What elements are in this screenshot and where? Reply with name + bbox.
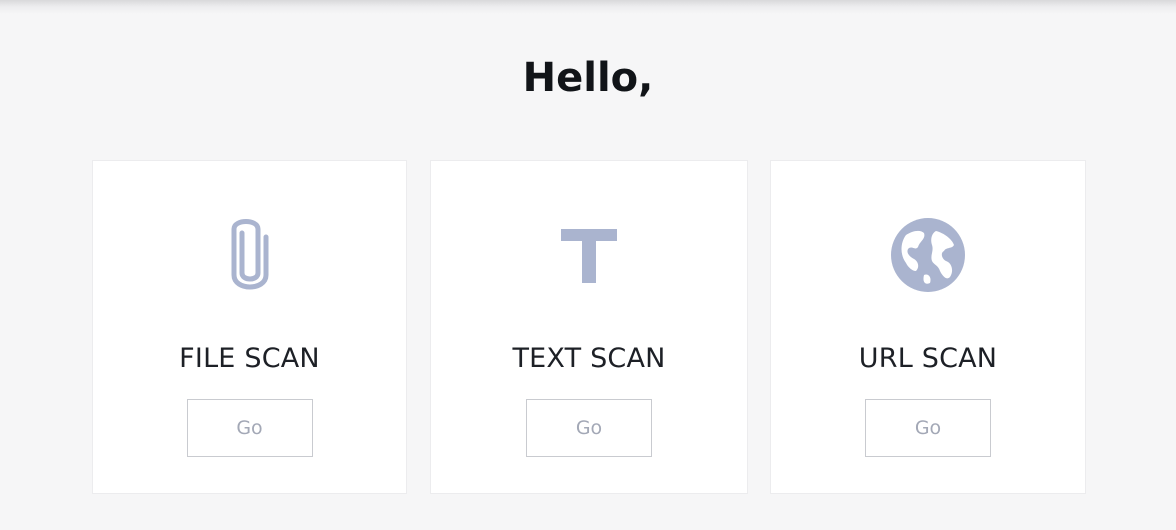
file-scan-go-button[interactable]: Go bbox=[186, 399, 313, 457]
text-t-icon bbox=[549, 215, 629, 295]
text-scan-go-button[interactable]: Go bbox=[526, 399, 652, 457]
page-title: Hello, bbox=[522, 55, 654, 101]
url-scan-card: URL SCAN Go bbox=[770, 160, 1086, 494]
file-scan-card: FILE SCAN Go bbox=[92, 160, 407, 494]
top-bar-shadow bbox=[0, 0, 1176, 14]
url-scan-go-button[interactable]: Go bbox=[865, 399, 991, 457]
paperclip-icon bbox=[210, 215, 290, 295]
globe-icon bbox=[888, 215, 968, 295]
url-scan-title: URL SCAN bbox=[858, 343, 998, 374]
text-scan-title: TEXT SCAN bbox=[512, 343, 666, 374]
file-scan-title: FILE SCAN bbox=[179, 343, 320, 374]
text-scan-card: TEXT SCAN Go bbox=[430, 160, 748, 494]
